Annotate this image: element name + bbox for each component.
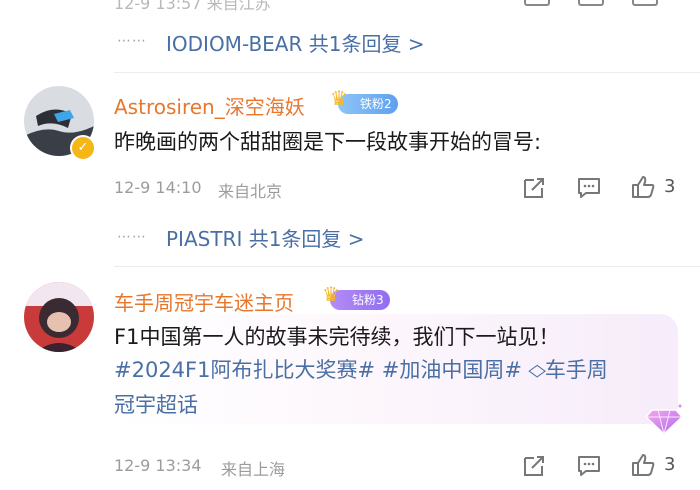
comment-date: 12-9 14:10 bbox=[114, 178, 202, 197]
like-count: 3 bbox=[664, 454, 676, 475]
comment-icon[interactable] bbox=[576, 176, 602, 200]
diamond-icon bbox=[644, 402, 684, 436]
supertopic-diamond-icon: ◇ bbox=[527, 360, 546, 380]
fan-badge: ♛ 钻粉3 bbox=[322, 284, 390, 310]
view-replies-link[interactable]: PIASTRI 共1条回复 > bbox=[166, 223, 365, 252]
comment-topics: #2024F1阿布扎比大奖赛# #加油中国周# ◇车手周 bbox=[114, 355, 608, 385]
comment-location: 来自上海 bbox=[221, 460, 286, 479]
reply-indicator: ⋯⋯ bbox=[117, 229, 147, 245]
crown-icon: ♛ bbox=[322, 282, 340, 306]
like-count: 3 bbox=[664, 176, 676, 197]
reply-indicator: ⋯⋯ bbox=[117, 33, 147, 49]
username[interactable]: 车手周冠宇车迷主页 bbox=[114, 287, 294, 316]
comment-text: F1中国第一人的故事未完待续，我们下一站见！ bbox=[114, 325, 560, 349]
supertopic-link[interactable]: 冠宇超话 bbox=[114, 390, 198, 420]
thumb-up-icon[interactable] bbox=[630, 174, 656, 198]
comment-icon[interactable] bbox=[576, 454, 602, 478]
topic-link[interactable]: #2024F1阿布扎比大奖赛# bbox=[114, 358, 375, 382]
fan-badge: ♛ 铁粉2 bbox=[330, 88, 398, 114]
share-icon[interactable] bbox=[524, 0, 550, 6]
verified-icon: ✓ bbox=[70, 135, 96, 161]
avatar[interactable] bbox=[24, 282, 94, 352]
thumb-up-icon[interactable] bbox=[632, 0, 658, 6]
divider bbox=[114, 266, 700, 267]
comment-icon[interactable] bbox=[578, 0, 604, 6]
topic-link[interactable]: #加油中国周# bbox=[382, 358, 522, 382]
comment-text: 昨晚画的两个甜甜圈是下一段故事开始的冒号: bbox=[114, 130, 542, 154]
share-icon[interactable] bbox=[522, 176, 548, 200]
thumb-up-icon[interactable] bbox=[630, 452, 656, 476]
supertopic-link[interactable]: ◇车手周 bbox=[527, 358, 608, 382]
previous-comment-meta: 12-9 13:57 来自江苏 bbox=[114, 0, 271, 13]
crown-icon: ♛ bbox=[330, 86, 348, 110]
username[interactable]: Astrosiren_深空海妖 bbox=[114, 91, 305, 120]
comment-date: 12-9 13:34 bbox=[114, 456, 202, 475]
comment-location: 来自北京 bbox=[218, 182, 283, 201]
view-replies-link[interactable]: IODIOM-BEAR 共1条回复 > bbox=[166, 28, 425, 57]
share-icon[interactable] bbox=[522, 454, 548, 478]
divider bbox=[114, 72, 700, 73]
